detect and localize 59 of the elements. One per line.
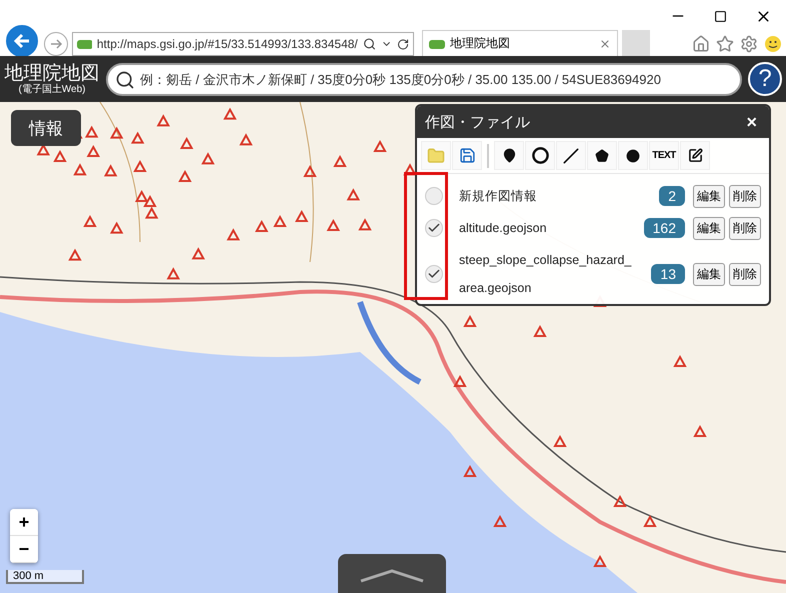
point-tool[interactable] xyxy=(618,141,648,170)
layer-name: steep_slope_collapse_hazard_area.geojson xyxy=(459,252,632,297)
panel-title: 作図・ファイル xyxy=(425,112,530,132)
feature-count: 2 xyxy=(659,186,685,206)
feature-count: 13 xyxy=(651,264,685,284)
delete-button[interactable]: 削除 xyxy=(729,184,761,208)
edit-tool[interactable] xyxy=(680,141,710,170)
marker-tool[interactable] xyxy=(494,141,524,170)
search-icon xyxy=(115,70,135,90)
circle-tool[interactable] xyxy=(525,141,555,170)
url-text: http://maps.gsi.go.jp/#15/33.514993/133.834548/ xyxy=(96,37,358,51)
edit-button[interactable]: 編集 xyxy=(693,184,725,208)
save-icon xyxy=(458,147,476,164)
edit-button[interactable]: 編集 xyxy=(693,262,725,286)
close-tab-icon[interactable] xyxy=(599,38,611,50)
pin-icon xyxy=(502,148,516,163)
expand-handle[interactable] xyxy=(338,554,446,593)
pentagon-icon xyxy=(595,148,609,162)
app-title: 地理院地図 xyxy=(4,62,100,84)
refresh-icon[interactable] xyxy=(396,38,409,50)
feature-count: 162 xyxy=(644,218,685,238)
line-tool[interactable] xyxy=(556,141,586,170)
dot-icon xyxy=(626,148,640,162)
home-icon[interactable] xyxy=(692,35,710,53)
smiley-icon[interactable] xyxy=(764,35,782,53)
search-field[interactable]: 例：剱岳 / 金沢市木ノ新保町 / 35度0分0秒 135度0分0秒 / 35.00 135.00 / 54SUE83694920 xyxy=(106,62,742,96)
app-subtitle: (電子国土Web) xyxy=(18,84,86,96)
site-icon xyxy=(429,38,445,50)
circle-icon xyxy=(532,147,548,164)
delete-button[interactable]: 削除 xyxy=(729,262,761,286)
edit-button[interactable]: 編集 xyxy=(693,216,725,240)
polygon-tool[interactable] xyxy=(587,141,617,170)
star-icon[interactable] xyxy=(716,35,734,53)
text-tool[interactable]: TEXT xyxy=(649,141,679,170)
layer-checkbox[interactable] xyxy=(425,265,443,283)
search-icon[interactable] xyxy=(362,37,376,51)
chevron-up-icon xyxy=(359,569,425,583)
save-button[interactable] xyxy=(452,141,482,170)
help-button[interactable]: ? xyxy=(748,62,782,96)
info-button[interactable]: 情報 xyxy=(11,110,81,146)
line-icon xyxy=(563,148,579,164)
layer-checkbox[interactable] xyxy=(425,219,443,237)
arrow-right-icon xyxy=(49,37,63,51)
edit-icon xyxy=(688,148,702,163)
scale-bar: 300 m xyxy=(6,570,84,584)
delete-button[interactable]: 削除 xyxy=(729,216,761,240)
layer-checkbox[interactable] xyxy=(425,187,443,205)
layer-name: altitude.geojson xyxy=(459,220,548,237)
maximize-icon[interactable] xyxy=(714,10,727,22)
layer-name: 新規作図情報 xyxy=(459,188,538,205)
settings-icon[interactable] xyxy=(740,35,758,53)
zoom-out-button[interactable]: − xyxy=(10,536,38,563)
address-bar[interactable]: http://maps.gsi.go.jp/#15/33.514993/133.834548/ xyxy=(72,32,414,56)
site-icon xyxy=(77,38,92,50)
close-button[interactable]: × xyxy=(742,112,761,132)
zoom-in-button[interactable]: + xyxy=(10,509,38,536)
arrow-left-icon xyxy=(12,31,32,51)
forward-button[interactable] xyxy=(44,32,68,56)
folder-icon xyxy=(427,146,445,164)
